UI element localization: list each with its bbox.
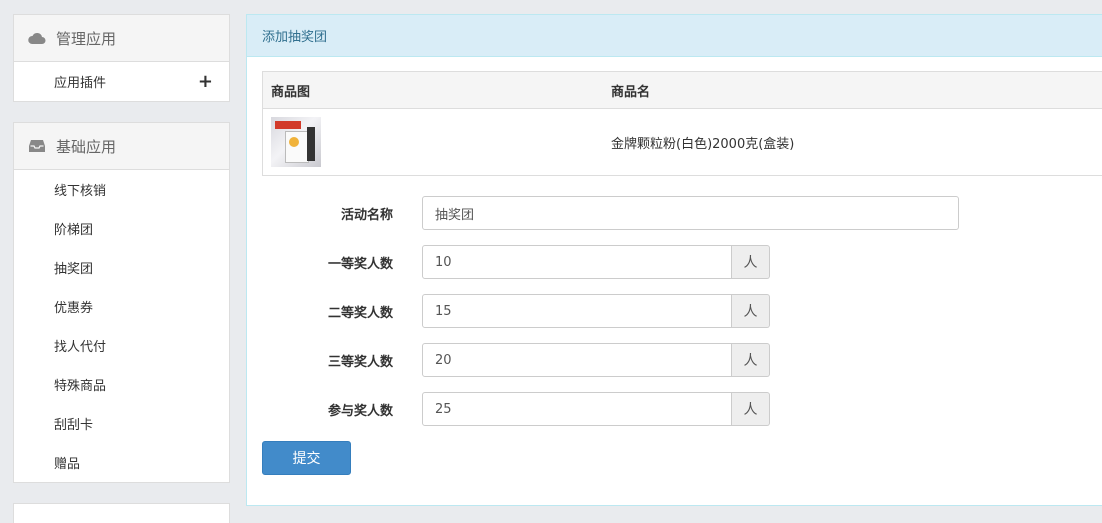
participation-prize-input-group: 人 <box>422 392 770 426</box>
inbox-icon <box>28 139 46 153</box>
participation-prize-label: 参与奖人数 <box>247 400 422 419</box>
unit-addon: 人 <box>732 392 770 426</box>
sidebar-item-app-plugins[interactable]: 应用插件 + <box>14 62 229 101</box>
sidebar-item-pay-for-me[interactable]: 找人代付 <box>14 326 229 365</box>
second-prize-input[interactable] <box>422 294 732 328</box>
sidebar-panel-title: 基础应用 <box>56 136 116 157</box>
second-prize-input-group: 人 <box>422 294 770 328</box>
table-row: 金牌颗粒粉(白色)2000克(盒装) <box>263 109 1102 176</box>
form-row-second-prize: 二等奖人数 人 <box>247 294 770 328</box>
product-thumbnail <box>271 117 321 167</box>
column-header-name: 商品名 <box>603 72 1102 109</box>
sidebar-item-label: 刮刮卡 <box>54 414 93 433</box>
main-panel-header: 添加抽奖团 <box>247 15 1102 57</box>
third-prize-input-group: 人 <box>422 343 770 377</box>
plus-icon[interactable]: + <box>198 73 213 91</box>
sidebar-panel-header-basic[interactable]: 基础应用 <box>14 123 229 170</box>
sidebar-item-label: 应用插件 <box>54 72 198 91</box>
sidebar-item-coupons[interactable]: 优惠券 <box>14 287 229 326</box>
third-prize-input[interactable] <box>422 343 732 377</box>
goods-table: 商品图 商品名 金牌颗粒粉(白色)2000克(盒装) <box>262 71 1102 176</box>
second-prize-label: 二等奖人数 <box>247 302 422 321</box>
sidebar-item-label: 赠品 <box>54 453 80 472</box>
sidebar-item-lottery-group[interactable]: 抽奖团 <box>14 248 229 287</box>
sidebar-item-label: 特殊商品 <box>54 375 106 394</box>
sidebar-panel-title: 管理应用 <box>56 28 116 49</box>
form-row-third-prize: 三等奖人数 人 <box>247 343 770 377</box>
unit-addon: 人 <box>732 343 770 377</box>
form-row-participation-prize: 参与奖人数 人 <box>247 392 770 426</box>
sidebar-item-scratch-card[interactable]: 刮刮卡 <box>14 404 229 443</box>
form-row-first-prize: 一等奖人数 人 <box>247 245 770 279</box>
submit-button[interactable]: 提交 <box>262 441 351 475</box>
sidebar-item-gifts[interactable]: 赠品 <box>14 443 229 482</box>
sidebar-item-label: 阶梯团 <box>54 219 93 238</box>
sidebar-item-special-goods[interactable]: 特殊商品 <box>14 365 229 404</box>
activity-name-label: 活动名称 <box>247 204 422 223</box>
unit-addon: 人 <box>732 245 770 279</box>
sidebar-item-label: 优惠券 <box>54 297 93 316</box>
sidebar-panel-manage: 管理应用 应用插件 + <box>13 14 230 102</box>
activity-name-input[interactable] <box>422 196 959 230</box>
first-prize-input[interactable] <box>422 245 732 279</box>
form-row-activity-name: 活动名称 <box>247 196 959 230</box>
sidebar-item-label: 线下核销 <box>54 180 106 199</box>
sidebar-panel-basic: 基础应用 线下核销 阶梯团 抽奖团 优惠券 找人代付 特殊商品 刮刮卡 赠品 <box>13 122 230 483</box>
sidebar-panel-header-manage[interactable]: 管理应用 <box>14 15 229 62</box>
third-prize-label: 三等奖人数 <box>247 351 422 370</box>
sidebar-item-tiered-group[interactable]: 阶梯团 <box>14 209 229 248</box>
first-prize-input-group: 人 <box>422 245 770 279</box>
unit-addon: 人 <box>732 294 770 328</box>
product-name-cell: 金牌颗粒粉(白色)2000克(盒装) <box>603 109 1102 176</box>
table-header-row: 商品图 商品名 <box>263 72 1102 109</box>
cloud-icon <box>28 31 46 45</box>
sidebar-item-label: 找人代付 <box>54 336 106 355</box>
sidebar-item-label: 抽奖团 <box>54 258 93 277</box>
column-header-image: 商品图 <box>263 72 604 109</box>
sidebar-panel-more <box>13 503 230 523</box>
participation-prize-input[interactable] <box>422 392 732 426</box>
first-prize-label: 一等奖人数 <box>247 253 422 272</box>
main-panel: 添加抽奖团 商品图 商品名 金牌颗粒粉(白色)2000克(盒装) 活动名称 <box>246 14 1102 506</box>
product-image-cell <box>263 109 604 176</box>
sidebar-item-offline-verify[interactable]: 线下核销 <box>14 170 229 209</box>
